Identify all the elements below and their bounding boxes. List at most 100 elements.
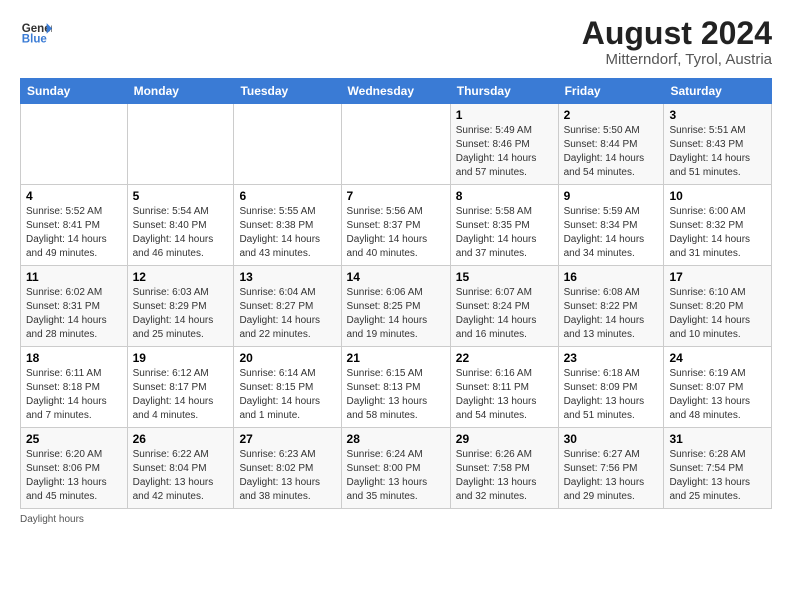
calendar-week-row: 4Sunrise: 5:52 AM Sunset: 8:41 PM Daylig… [21,185,772,266]
table-row: 14 Sunrise: 6:06 AM Sunset: 8:25 PM Dayli… [341,266,450,347]
day-number: 16 [564,270,659,284]
col-monday: Monday [127,79,234,104]
location-subtitle: Mitterndorf, Tyrol, Austria [582,51,772,68]
day-number: 21 [347,351,445,365]
calendar-week-row: 1 Sunrise: 5:49 AM Sunset: 8:46 PM Daylig… [21,104,772,185]
day-info: Sunrise: 6:24 AM Sunset: 8:00 PM Dayligh… [347,448,445,504]
day-info: Sunrise: 6:16 AM Sunset: 8:11 PM Dayligh… [456,367,553,423]
day-number: 26 [133,432,229,446]
title-block: August 2024 Mitterndorf, Tyrol, Austria [582,16,772,68]
table-row: 6 Sunrise: 5:55 AM Sunset: 8:38 PM Daylig… [234,185,341,266]
day-info: Sunrise: 6:02 AM Sunset: 8:31 PM Dayligh… [26,286,122,342]
day-info: Sunrise: 5:52 AM Sunset: 8:41 PM Dayligh… [26,205,122,261]
day-number: 15 [456,270,553,284]
day-info: Sunrise: 6:27 AM Sunset: 7:56 PM Dayligh… [564,448,659,504]
day-number: 30 [564,432,659,446]
day-info: Sunrise: 6:14 AM Sunset: 8:15 PM Dayligh… [239,367,335,423]
table-row: 25 Sunrise: 6:20 AM Sunset: 8:06 PM Dayli… [21,428,128,509]
table-row: 12 Sunrise: 6:03 AM Sunset: 8:29 PM Dayli… [127,266,234,347]
day-number: 2 [564,108,659,122]
day-info: Sunrise: 5:49 AM Sunset: 8:46 PM Dayligh… [456,124,553,180]
day-info: Sunrise: 6:15 AM Sunset: 8:13 PM Dayligh… [347,367,445,423]
svg-text:Blue: Blue [22,34,48,46]
day-number: 1 [456,108,553,122]
logo: General Blue [20,16,52,48]
day-info: Sunrise: 5:51 AM Sunset: 8:43 PM Dayligh… [669,124,766,180]
table-row: 15Sunrise: 6:07 AM Sunset: 8:24 PM Dayli… [450,266,558,347]
day-info: Sunrise: 6:00 AM Sunset: 8:32 PM Dayligh… [669,205,766,261]
table-row: 29 Sunrise: 6:26 AM Sunset: 7:58 PM Dayli… [450,428,558,509]
table-row: 9 Sunrise: 5:59 AM Sunset: 8:34 PM Daylig… [558,185,664,266]
day-number: 22 [456,351,553,365]
day-info: Sunrise: 6:18 AM Sunset: 8:09 PM Dayligh… [564,367,659,423]
col-tuesday: Tuesday [234,79,341,104]
day-info: Sunrise: 6:23 AM Sunset: 8:02 PM Dayligh… [239,448,335,504]
footnote: Daylight hours [20,514,772,525]
table-row: 31Sunrise: 6:28 AM Sunset: 7:54 PM Dayli… [664,428,772,509]
calendar-table: Sunday Monday Tuesday Wednesday Thursday… [20,78,772,509]
day-info: Sunrise: 6:03 AM Sunset: 8:29 PM Dayligh… [133,286,229,342]
day-info: Sunrise: 6:19 AM Sunset: 8:07 PM Dayligh… [669,367,766,423]
day-number: 20 [239,351,335,365]
table-row: 16 Sunrise: 6:08 AM Sunset: 8:22 PM Dayli… [558,266,664,347]
table-row: 17 Sunrise: 6:10 AM Sunset: 8:20 PM Dayli… [664,266,772,347]
table-row: 7 Sunrise: 5:56 AM Sunset: 8:37 PM Daylig… [341,185,450,266]
col-sunday: Sunday [21,79,128,104]
calendar-header-row: Sunday Monday Tuesday Wednesday Thursday… [21,79,772,104]
table-row: 3Sunrise: 5:51 AM Sunset: 8:43 PM Daylig… [664,104,772,185]
table-row: 24Sunrise: 6:19 AM Sunset: 8:07 PM Dayli… [664,347,772,428]
table-row: 13Sunrise: 6:04 AM Sunset: 8:27 PM Dayli… [234,266,341,347]
table-row: 8 Sunrise: 5:58 AM Sunset: 8:35 PM Daylig… [450,185,558,266]
day-number: 8 [456,189,553,203]
day-info: Sunrise: 5:54 AM Sunset: 8:40 PM Dayligh… [133,205,229,261]
table-row [127,104,234,185]
table-row: 10 Sunrise: 6:00 AM Sunset: 8:32 PM Dayli… [664,185,772,266]
table-row: 22 Sunrise: 6:16 AM Sunset: 8:11 PM Dayli… [450,347,558,428]
day-info: Sunrise: 6:11 AM Sunset: 8:18 PM Dayligh… [26,367,122,423]
table-row [234,104,341,185]
col-thursday: Thursday [450,79,558,104]
day-info: Sunrise: 6:06 AM Sunset: 8:25 PM Dayligh… [347,286,445,342]
day-number: 25 [26,432,122,446]
day-number: 14 [347,270,445,284]
day-info: Sunrise: 6:20 AM Sunset: 8:06 PM Dayligh… [26,448,122,504]
table-row: 23 Sunrise: 6:18 AM Sunset: 8:09 PM Dayli… [558,347,664,428]
day-info: Sunrise: 5:59 AM Sunset: 8:34 PM Dayligh… [564,205,659,261]
day-info: Sunrise: 5:56 AM Sunset: 8:37 PM Dayligh… [347,205,445,261]
table-row: 30 Sunrise: 6:27 AM Sunset: 7:56 PM Dayli… [558,428,664,509]
day-number: 10 [669,189,766,203]
table-row: 5Sunrise: 5:54 AM Sunset: 8:40 PM Daylig… [127,185,234,266]
day-number: 23 [564,351,659,365]
table-row: 2Sunrise: 5:50 AM Sunset: 8:44 PM Daylig… [558,104,664,185]
calendar-week-row: 11 Sunrise: 6:02 AM Sunset: 8:31 PM Dayli… [21,266,772,347]
day-number: 13 [239,270,335,284]
page: General Blue August 2024 Mitterndorf, Ty… [0,0,792,535]
day-info: Sunrise: 6:08 AM Sunset: 8:22 PM Dayligh… [564,286,659,342]
day-info: Sunrise: 6:26 AM Sunset: 7:58 PM Dayligh… [456,448,553,504]
day-number: 19 [133,351,229,365]
table-row: 4Sunrise: 5:52 AM Sunset: 8:41 PM Daylig… [21,185,128,266]
header: General Blue August 2024 Mitterndorf, Ty… [20,16,772,68]
day-number: 29 [456,432,553,446]
day-number: 27 [239,432,335,446]
table-row: 11 Sunrise: 6:02 AM Sunset: 8:31 PM Dayli… [21,266,128,347]
day-info: Sunrise: 5:58 AM Sunset: 8:35 PM Dayligh… [456,205,553,261]
table-row: 27 Sunrise: 6:23 AM Sunset: 8:02 PM Dayli… [234,428,341,509]
day-number: 12 [133,270,229,284]
table-row: 20 Sunrise: 6:14 AM Sunset: 8:15 PM Dayli… [234,347,341,428]
day-number: 7 [347,189,445,203]
table-row: 1 Sunrise: 5:49 AM Sunset: 8:46 PM Daylig… [450,104,558,185]
day-info: Sunrise: 6:22 AM Sunset: 8:04 PM Dayligh… [133,448,229,504]
day-number: 6 [239,189,335,203]
day-info: Sunrise: 6:10 AM Sunset: 8:20 PM Dayligh… [669,286,766,342]
day-info: Sunrise: 5:55 AM Sunset: 8:38 PM Dayligh… [239,205,335,261]
table-row: 28Sunrise: 6:24 AM Sunset: 8:00 PM Dayli… [341,428,450,509]
day-number: 11 [26,270,122,284]
table-row: 18 Sunrise: 6:11 AM Sunset: 8:18 PM Dayli… [21,347,128,428]
month-year-title: August 2024 [582,16,772,51]
calendar-week-row: 18 Sunrise: 6:11 AM Sunset: 8:18 PM Dayli… [21,347,772,428]
day-number: 9 [564,189,659,203]
day-number: 18 [26,351,122,365]
day-number: 17 [669,270,766,284]
col-saturday: Saturday [664,79,772,104]
